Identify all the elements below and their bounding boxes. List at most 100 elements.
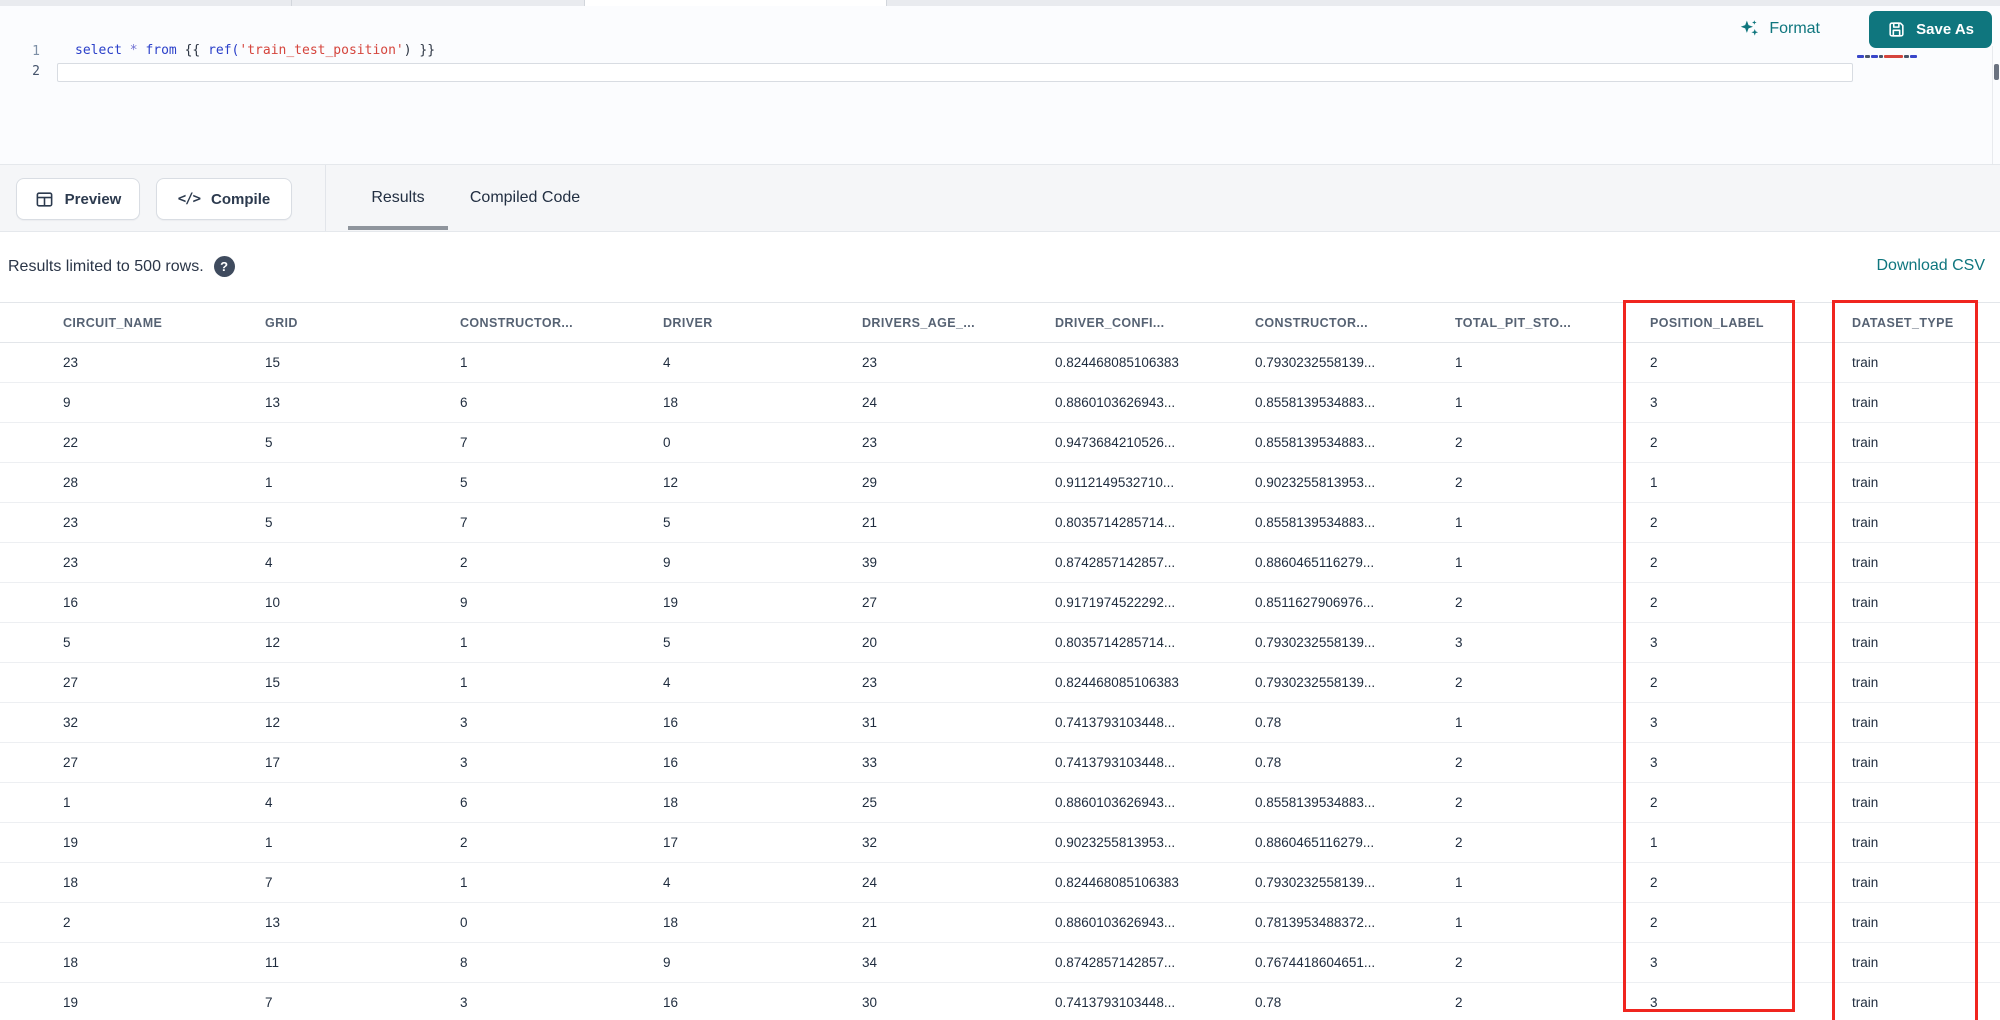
table-cell: 0.8558139534883... (1255, 395, 1376, 410)
table-cell: 18 (63, 875, 79, 890)
table-cell: 5 (663, 635, 671, 650)
column-header[interactable]: TOTAL_PIT_STO... (1455, 316, 1650, 330)
minimap-segment (1857, 54, 1864, 58)
dbt-ide-screen: Format Save As 1 2 select * from {{ ref(… (0, 0, 2000, 1020)
save-icon (1887, 20, 1906, 39)
column-header[interactable]: DRIVER (663, 316, 862, 330)
code-icon: </> (177, 191, 201, 207)
scrollbar-thumb[interactable] (1994, 64, 1999, 80)
active-tab-indicator (348, 226, 448, 230)
table-cell: 1 (1455, 875, 1463, 890)
column-header[interactable]: GRID (265, 316, 460, 330)
table-cell: 0.8860103626943... (1055, 395, 1176, 410)
table-cell: 19 (663, 595, 679, 610)
table-cell: 1 (460, 635, 468, 650)
line-number: 2 (32, 64, 40, 79)
tab-results[interactable]: Results (348, 165, 448, 231)
table-cell: 39 (862, 555, 878, 570)
table-cell: train (1852, 555, 1879, 570)
table-row: 27 17 3 16 33 0.7413793103448... 0.78 2 3 train (0, 743, 2000, 783)
column-header[interactable]: CONSTRUCTOR... (1255, 316, 1455, 330)
download-csv-link[interactable]: Download CSV (1877, 257, 1986, 275)
table-cell: 3 (1650, 715, 1658, 730)
table-cell: 7 (265, 995, 273, 1010)
column-header[interactable]: DATASET_TYPE (1852, 316, 2000, 330)
table-cell: 9 (460, 595, 468, 610)
table-row: 1 4 6 18 25 0.8860103626943... 0.8558139534883… (0, 783, 2000, 823)
table-cell: 1 (1650, 475, 1658, 490)
table-cell: 0.824468085106383 (1055, 875, 1179, 890)
save-as-button[interactable]: Save As (1869, 11, 1992, 48)
code-line-1[interactable]: select * from {{ ref('train_test_positio… (75, 43, 435, 61)
table-cell: 6 (460, 395, 468, 410)
table-cell: 2 (1650, 355, 1658, 370)
status-row: Results limited to 500 rows. ? Download … (0, 232, 2000, 302)
table-cell: 1 (1455, 515, 1463, 530)
table-cell: 2 (1650, 915, 1658, 930)
table-cell: 0.9473684210526... (1055, 435, 1176, 450)
table-cell: train (1852, 435, 1879, 450)
table-cell: 18 (663, 915, 679, 930)
table-cell: 2 (1455, 675, 1463, 690)
table-cell: train (1852, 635, 1879, 650)
table-cell: 15 (265, 355, 281, 370)
table-cell: 2 (1455, 475, 1463, 490)
table-cell: 0.7813953488372... (1255, 915, 1376, 930)
table-cell: 0.8742857142857... (1055, 955, 1176, 970)
table-cell: 0.7413793103448... (1055, 755, 1176, 770)
scrollbar-track (1992, 46, 1993, 164)
table-cell: 4 (663, 675, 671, 690)
help-icon[interactable]: ? (213, 256, 235, 277)
preview-button[interactable]: Preview (16, 178, 140, 220)
table-cell: 23 (862, 355, 878, 370)
table-cell: 23 (63, 515, 79, 530)
table-cell: 1 (1650, 835, 1658, 850)
editor-minimap[interactable] (1857, 52, 1987, 60)
column-header[interactable]: POSITION_LABEL (1650, 316, 1852, 330)
column-header[interactable]: DRIVER_CONFI... (1055, 316, 1255, 330)
table-cell: 0.7930232558139... (1255, 675, 1376, 690)
table-cell: 0.78 (1255, 755, 1282, 770)
table-cell: 7 (460, 435, 468, 450)
table-cell: train (1852, 355, 1879, 370)
table-cell: 2 (1455, 795, 1463, 810)
table-cell: 2 (63, 915, 71, 930)
table-cell: 4 (265, 555, 273, 570)
table-cell: 1 (265, 475, 273, 490)
table-cell: 2 (1455, 755, 1463, 770)
table-cell: 12 (265, 715, 281, 730)
table-cell: 0.9171974522292... (1055, 595, 1176, 610)
table-cell: 1 (460, 675, 468, 690)
table-cell: train (1852, 795, 1879, 810)
table-cell: 5 (265, 435, 273, 450)
table-cell: train (1852, 675, 1879, 690)
table-cell: 0.7674418604651... (1255, 955, 1376, 970)
column-header[interactable]: DRIVERS_AGE_... (862, 316, 1055, 330)
table-cell: 23 (63, 355, 79, 370)
table-cell: 12 (663, 475, 679, 490)
table-cell: 6 (460, 795, 468, 810)
format-button[interactable]: Format (1739, 18, 1820, 39)
column-header[interactable]: CIRCUIT_NAME (63, 316, 265, 330)
column-header[interactable]: CONSTRUCTOR... (460, 316, 663, 330)
tab-compiled-code[interactable]: Compiled Code (460, 165, 590, 231)
table-cell: 24 (862, 875, 878, 890)
table-row: 16 10 9 19 27 0.9171974522292... 0.85116279069… (0, 583, 2000, 623)
table-cell: train (1852, 835, 1879, 850)
table-cell: 4 (663, 355, 671, 370)
active-line-highlight[interactable] (57, 63, 1853, 82)
compile-button[interactable]: </> Compile (156, 178, 292, 220)
table-cell: 16 (663, 755, 679, 770)
table-cell: 1 (265, 835, 273, 850)
table-cell: 3 (460, 995, 468, 1010)
table-cell: 25 (862, 795, 878, 810)
table-row: 23 5 7 5 21 0.8035714285714... 0.8558139534883… (0, 503, 2000, 543)
sql-editor[interactable]: Format Save As 1 2 select * from {{ ref(… (0, 6, 2000, 164)
table-cell: 4 (663, 875, 671, 890)
table-cell: 33 (862, 755, 878, 770)
table-cell: 2 (1650, 795, 1658, 810)
save-as-label: Save As (1916, 21, 1974, 38)
table-cell: 2 (1650, 555, 1658, 570)
table-cell: 0.9023255813953... (1255, 475, 1376, 490)
table-cell: 11 (265, 955, 280, 970)
